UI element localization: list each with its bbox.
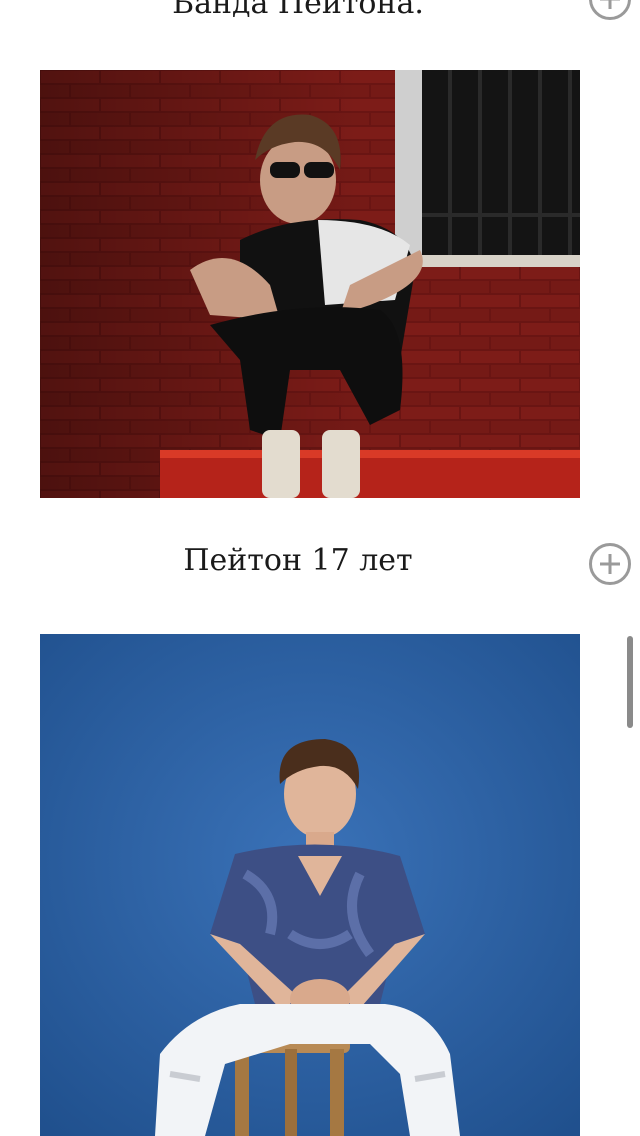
scrollbar[interactable]: [627, 636, 633, 728]
post-caption: Пейтон 17 лет: [183, 543, 413, 578]
photo-red-wall-image: [40, 70, 580, 498]
photo-red-wall[interactable]: [40, 70, 580, 498]
post-caption: Банда Пейтона.: [172, 0, 424, 21]
photo-blue-backdrop-image: [40, 634, 580, 1136]
expand-plus-icon[interactable]: [589, 543, 631, 585]
photo-blue-backdrop[interactable]: [40, 634, 580, 1136]
